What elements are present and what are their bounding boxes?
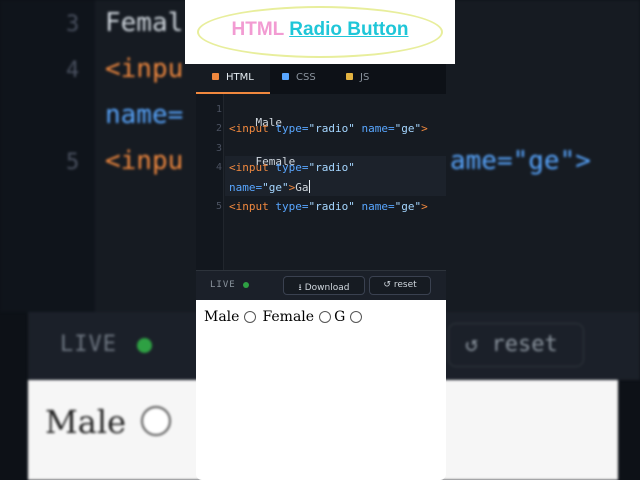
preview-label-g: G bbox=[334, 309, 346, 325]
code-line-5[interactable]: <input type="radio" name="ge"> bbox=[229, 200, 428, 213]
text-caret bbox=[308, 180, 310, 193]
bg-line-number: 3 bbox=[66, 12, 80, 37]
live-preview: Male Female G bbox=[196, 300, 446, 480]
bg-line-number: 5 bbox=[66, 150, 80, 175]
radio-female[interactable] bbox=[319, 311, 332, 323]
reset-button[interactable]: ↺ reset bbox=[369, 276, 431, 295]
banner-html-word: HTML bbox=[231, 19, 284, 40]
line-number: 2 bbox=[215, 123, 222, 134]
line-number: 5 bbox=[215, 201, 222, 212]
editor-tabs: HTML CSS JS bbox=[196, 64, 446, 94]
banner-radio-button-text: Radio Button bbox=[289, 19, 409, 40]
bg-code-line: Femal bbox=[105, 8, 184, 38]
js-square-icon bbox=[346, 73, 353, 80]
line-number: 4 bbox=[215, 162, 222, 173]
live-bar: LIVE ⭳ Download ↺ reset bbox=[196, 270, 446, 300]
bg-preview-label: Male bbox=[45, 403, 127, 441]
line-number: 1 bbox=[215, 104, 222, 115]
reset-icon: ↺ bbox=[383, 280, 391, 290]
code-line-2[interactable]: <input type="radio" name="ge"> bbox=[229, 122, 428, 135]
bg-code-line: name= bbox=[105, 100, 184, 130]
bg-gutter bbox=[0, 0, 95, 312]
code-editor: HTML CSS JS 1 2 3 4 5 Male <input type="… bbox=[196, 64, 446, 300]
preview-row: Male Female G bbox=[204, 309, 368, 325]
banner-title: HTML Radio Button bbox=[185, 19, 455, 41]
bg-reset-button: ↺ reset bbox=[448, 323, 584, 367]
radio-male[interactable] bbox=[244, 311, 257, 323]
live-status-dot bbox=[243, 282, 249, 288]
line-gutter: 1 2 3 4 5 bbox=[196, 94, 224, 270]
tab-js[interactable]: JS bbox=[346, 64, 396, 94]
bg-code-line-tail: ame="ge"> bbox=[450, 146, 591, 176]
code-line-4[interactable]: <input type="radio" bbox=[229, 161, 355, 174]
download-icon: ⭳ bbox=[298, 283, 302, 293]
css-square-icon bbox=[282, 73, 289, 80]
preview-label-female: Female bbox=[262, 309, 315, 325]
radio-g[interactable] bbox=[350, 311, 363, 323]
tab-css[interactable]: CSS bbox=[282, 64, 342, 94]
bg-line-number: 4 bbox=[66, 58, 80, 83]
line-number: 3 bbox=[215, 143, 222, 154]
bg-live-dot bbox=[137, 338, 152, 353]
code-line-4-wrap[interactable]: name="ge">Ga bbox=[229, 180, 310, 194]
html-square-icon bbox=[212, 73, 219, 80]
bg-code-line: <inpu bbox=[105, 146, 184, 176]
bg-live-label: LIVE bbox=[60, 332, 117, 357]
preview-label-male: Male bbox=[204, 309, 240, 325]
tab-html[interactable]: HTML bbox=[196, 64, 270, 94]
live-label: LIVE bbox=[210, 280, 236, 290]
bg-code-line: <inpu bbox=[105, 54, 184, 84]
download-button[interactable]: ⭳ Download bbox=[283, 276, 365, 295]
bg-radio bbox=[141, 406, 171, 436]
title-banner: HTML Radio Button bbox=[185, 0, 455, 64]
